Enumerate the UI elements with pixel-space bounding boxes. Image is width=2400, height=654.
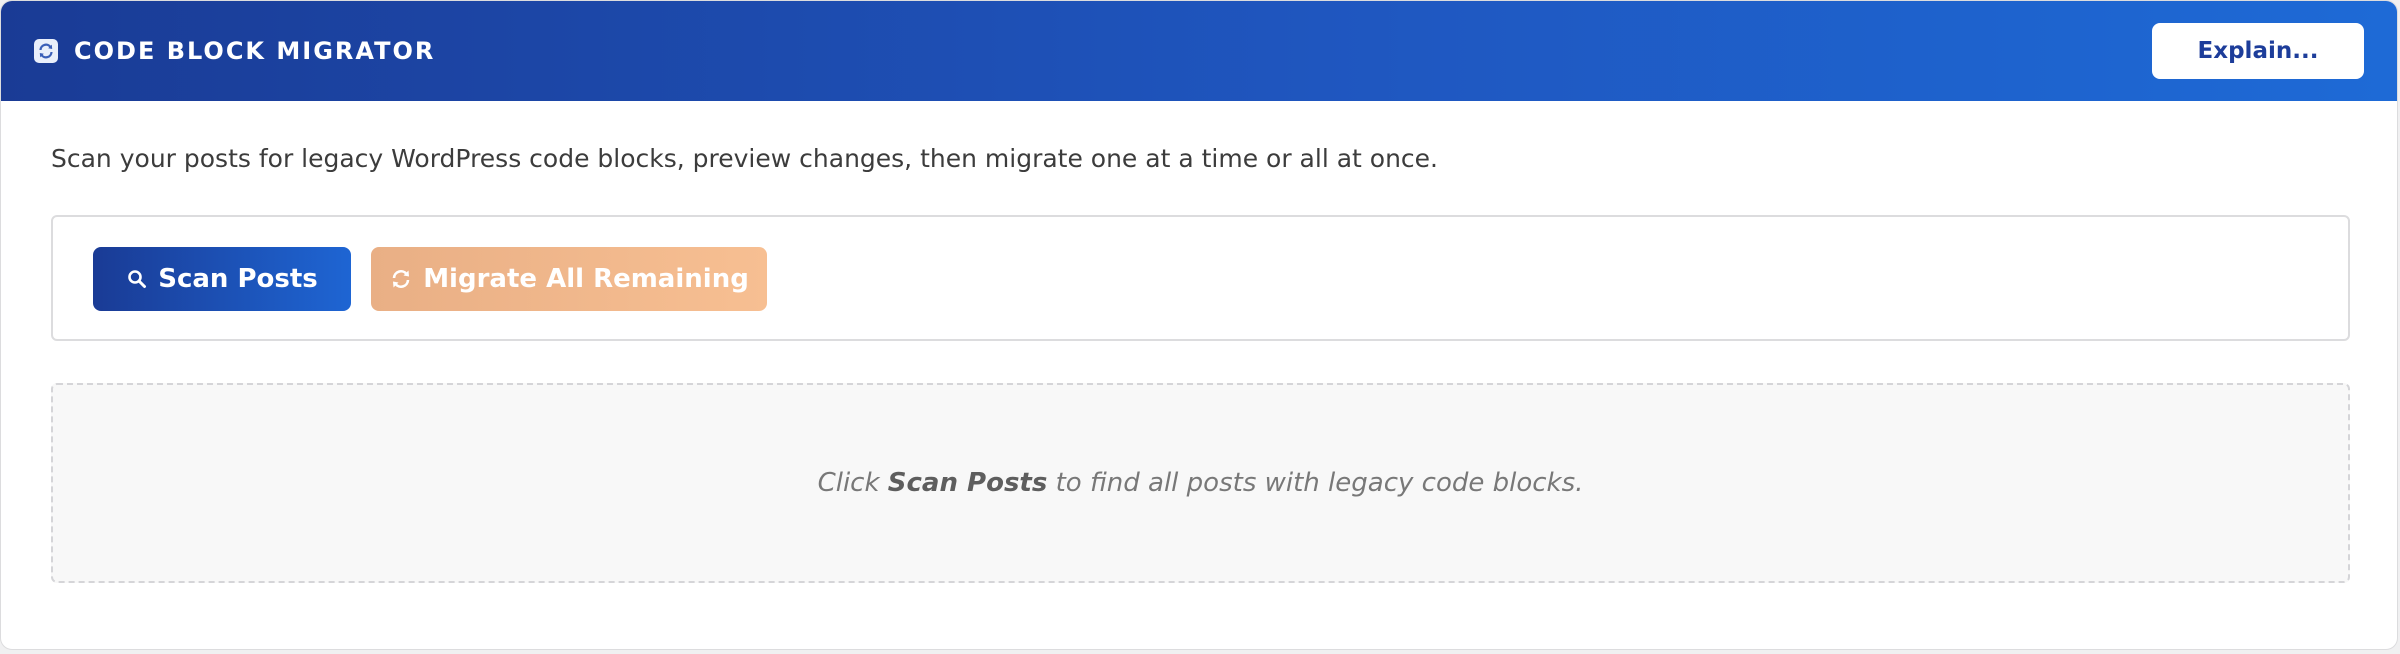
intro-text: Scan your posts for legacy WordPress cod… [51,144,1438,173]
page-title: CODE BLOCK MIGRATOR [74,37,436,65]
refresh-icon [34,39,58,63]
search-icon [126,268,148,290]
empty-state-emphasis: Scan Posts [887,468,1048,498]
empty-state-prefix: Click [817,468,888,498]
refresh-icon [389,267,413,291]
migrate-all-label: Migrate All Remaining [423,264,749,294]
migrator-panel: CODE BLOCK MIGRATOR Explain... Scan your… [0,0,2398,650]
empty-state: Click Scan Posts to find all posts with … [51,383,2350,583]
empty-state-suffix: to find all posts with legacy code block… [1047,468,1584,498]
panel-header: CODE BLOCK MIGRATOR Explain... [1,1,2397,101]
actions-box: Scan Posts Migrate All Remaining [51,215,2350,341]
empty-state-message: Click Scan Posts to find all posts with … [818,468,1584,498]
scan-posts-label: Scan Posts [158,264,318,294]
migrate-all-button[interactable]: Migrate All Remaining [371,247,767,311]
scan-posts-button[interactable]: Scan Posts [93,247,351,311]
explain-button[interactable]: Explain... [2152,23,2364,79]
